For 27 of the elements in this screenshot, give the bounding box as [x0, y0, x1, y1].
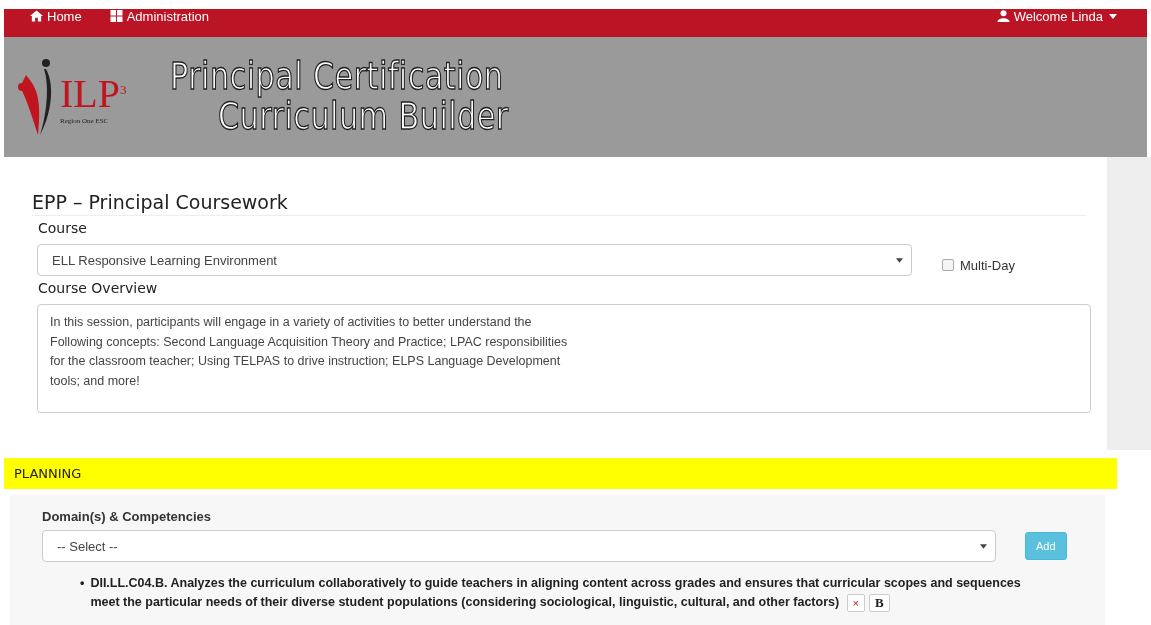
section-title: PLANNING: [14, 466, 82, 481]
grid-icon: [109, 10, 123, 22]
overview-textarea[interactable]: In this session, participants will engage in a variety of activities to better understand the Following concepts: Second Language Acquisition Theory and Practice; LPAC responsibilities for the classroom teacher; Using TELPAS to drive instruction; ELPS Language Development tools; and more!: [37, 304, 1091, 413]
domain-select[interactable]: -- Select --: [42, 530, 996, 562]
checkbox[interactable]: [942, 259, 954, 271]
bold-button[interactable]: B: [869, 593, 890, 612]
logo-text: ILP: [60, 70, 120, 116]
form-title: EPP – Principal Coursework: [32, 191, 1087, 216]
competency-text: DII.LL.C04.B. Analyzes the curriculum collaboratively to guide teachers in aligning content across grades and ensures that curricular scopes and sequences meet the particular needs of their diverse student populations (considering sociological, linguistic, cultural, and other factors) × B: [90, 575, 1022, 612]
user-menu[interactable]: Welcome Linda: [996, 8, 1117, 24]
field-label: Course Overview: [38, 280, 159, 296]
home-icon: [30, 10, 43, 22]
banner-title: Curriculum Builder: [218, 97, 510, 137]
user-icon: [996, 10, 1010, 22]
nav-link[interactable]: Administration: [109, 8, 210, 24]
banner-title: Principal Certification: [170, 57, 504, 97]
logo-superscript: 3: [120, 81, 127, 97]
field-label: Course: [38, 220, 88, 236]
caret-icon: [896, 257, 903, 263]
course-select[interactable]: ELL Responsive Learning Environment: [37, 244, 912, 276]
bullet: •: [80, 575, 85, 592]
caret-icon: [1109, 13, 1117, 19]
field-label: Domain(s) & Competencies: [42, 509, 213, 524]
caret-icon: [980, 543, 987, 549]
remove-button[interactable]: ×: [846, 593, 866, 612]
nav-link[interactable]: Home: [30, 8, 82, 24]
checkbox-label: Multi-Day: [960, 257, 1015, 273]
